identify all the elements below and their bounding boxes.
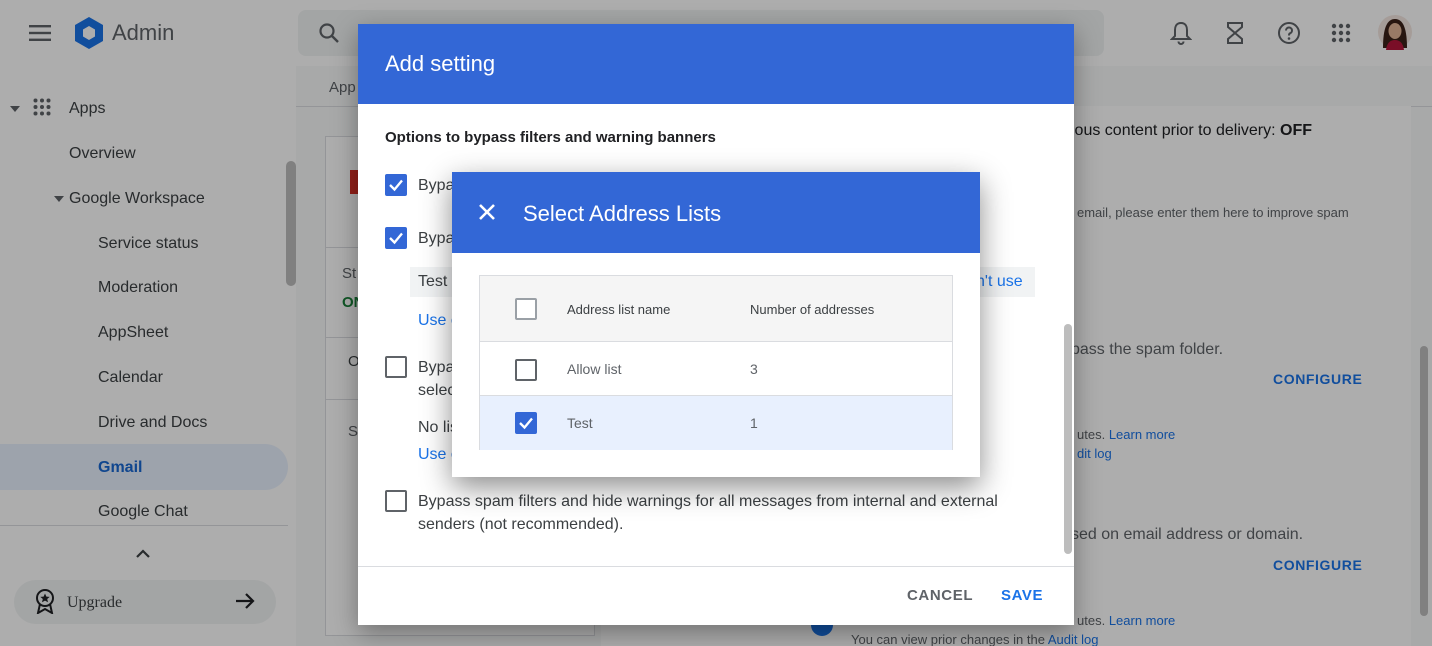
dialog-title: Add setting [385,51,496,76]
address-list-table: Address list name Number of addresses Al… [479,275,953,450]
dialog-title: Select Address Lists [523,201,722,226]
option-checkbox[interactable] [385,356,407,378]
option-checkbox[interactable] [385,227,407,249]
save-button[interactable]: SAVE [1001,587,1043,604]
address-list-name: Test [567,415,593,431]
option-label: Bypa [418,230,455,247]
option-label: senders (not recommended). [418,516,624,533]
option-label: Bypa [418,177,455,194]
row-checkbox[interactable] [515,412,537,434]
address-list-name: Allow list [567,361,622,377]
column-header-count[interactable]: Number of addresses [750,302,874,317]
option-label: Bypa [418,359,455,376]
cancel-button[interactable]: CANCEL [907,587,973,604]
option-checkbox[interactable] [385,174,407,196]
address-count: 3 [750,361,758,377]
address-count: 1 [750,415,758,431]
table-row[interactable]: Test 1 [480,396,952,450]
dialog-header: Add setting [358,24,1074,104]
dont-use-link[interactable]: n't use [976,273,1023,291]
dialog-header: Select Address Lists [452,172,980,253]
option-checkbox[interactable] [385,490,407,512]
option-label: Bypass spam filters and hide warnings fo… [418,493,998,510]
column-header-name[interactable]: Address list name [567,302,670,317]
dialog-scrollbar[interactable] [1064,324,1072,554]
selected-list-name: Test [418,273,448,290]
table-header: Address list name Number of addresses [480,276,952,342]
option-label: selec [418,382,456,399]
table-row[interactable]: Allow list 3 [480,342,952,396]
select-all-checkbox[interactable] [515,298,537,320]
row-checkbox[interactable] [515,359,537,381]
select-address-lists-dialog: Select Address Lists Address list name N… [452,172,980,477]
close-icon[interactable] [478,203,496,221]
divider [358,566,1074,567]
section-title: Options to bypass filters and warning ba… [385,129,716,146]
